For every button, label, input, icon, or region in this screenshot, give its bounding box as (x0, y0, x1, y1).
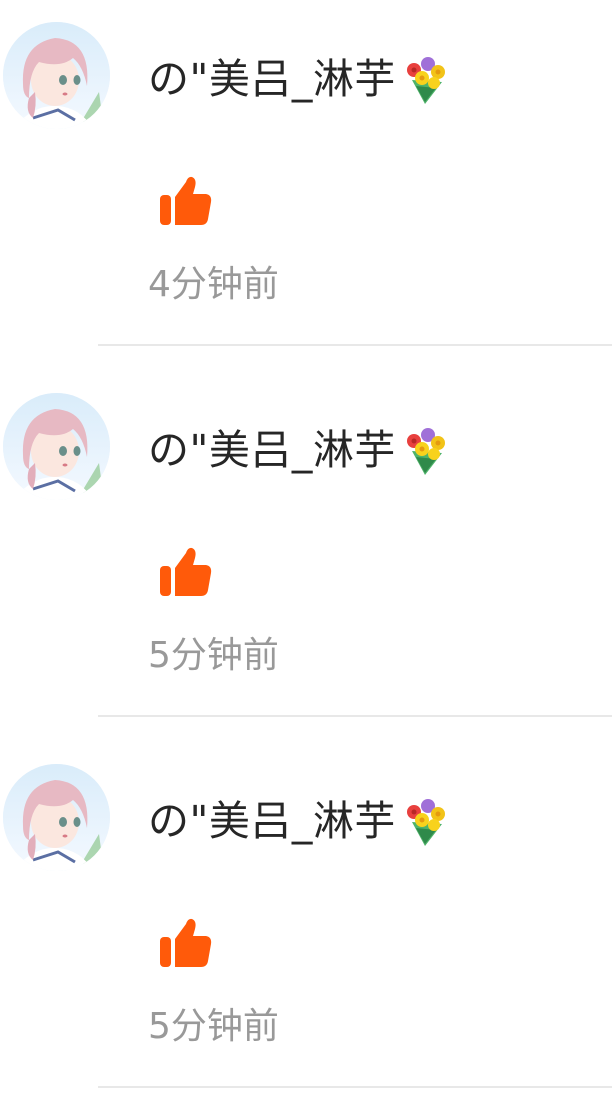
username[interactable]: の"美吕_淋芋 (148, 52, 452, 106)
timestamp: 4分钟前 (148, 264, 279, 305)
list-item[interactable]: の"美吕_淋芋 (0, 0, 612, 371)
divider (98, 344, 612, 346)
list-item[interactable]: の"美吕_淋芋 (0, 371, 612, 742)
username-text: の"美吕_淋芋 (148, 55, 396, 103)
username[interactable]: の"美吕_淋芋 (148, 423, 452, 477)
avatar-image (3, 22, 110, 129)
like-notification-list: の"美吕_淋芋 4分钟前 の"美吕_淋芋 5分钟前 の"美吕_淋芋 5分钟前 (0, 0, 612, 1113)
username[interactable]: の"美吕_淋芋 (148, 794, 452, 848)
timestamp: 5分钟前 (148, 635, 279, 676)
bouquet-icon (398, 423, 452, 477)
list-item[interactable]: の"美吕_淋芋 (0, 742, 612, 1113)
avatar-image (3, 393, 110, 500)
bouquet-icon (398, 794, 452, 848)
timestamp: 5分钟前 (148, 1006, 279, 1047)
divider (98, 715, 612, 717)
thumbs-up-icon (158, 914, 214, 970)
bouquet-icon (398, 52, 452, 106)
avatar-image (3, 764, 110, 871)
username-text: の"美吕_淋芋 (148, 426, 396, 474)
divider (98, 1086, 612, 1088)
thumbs-up-icon (158, 172, 214, 228)
avatar[interactable] (3, 393, 110, 500)
avatar[interactable] (3, 764, 110, 871)
username-text: の"美吕_淋芋 (148, 797, 396, 845)
avatar[interactable] (3, 22, 110, 129)
thumbs-up-icon (158, 543, 214, 599)
